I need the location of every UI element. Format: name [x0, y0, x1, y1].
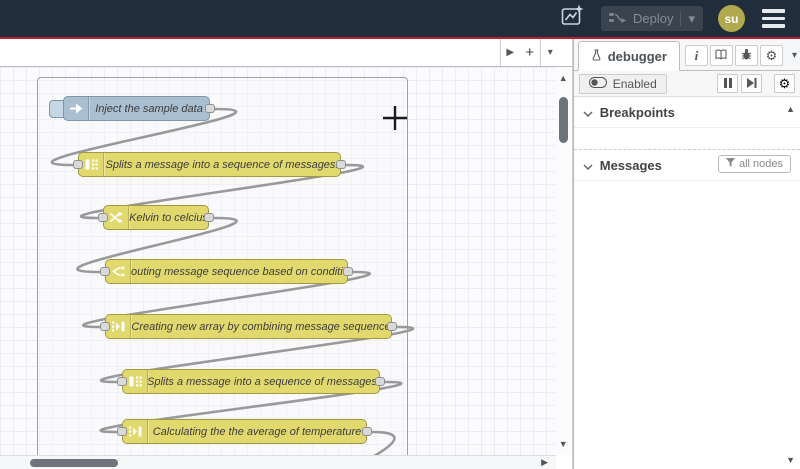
debugger-toolbar: Enabled ⚙ [573, 71, 800, 97]
tab-config-nodes[interactable]: ⚙ [759, 45, 783, 66]
message-filter-button[interactable]: all nodes [717, 155, 791, 173]
add-flow-button[interactable]: + [520, 39, 540, 66]
bug-icon [741, 48, 752, 63]
breakpoints-label: Breakpoints [599, 105, 675, 120]
flow-sparkle-icon [559, 3, 585, 34]
flask-icon [591, 48, 602, 64]
deploy-divider [680, 11, 682, 26]
debugger-enabled-toggle[interactable]: Enabled [578, 73, 667, 94]
deploy-options-chevron-icon[interactable]: ▾ [688, 11, 695, 27]
gear-icon: ⚙ [765, 48, 778, 63]
main-menu-button[interactable] [760, 6, 787, 31]
vertical-scroll-thumb[interactable] [558, 97, 568, 143]
cursor-layer [383, 106, 407, 130]
flow-tabstrip: ▶ + ▾ [0, 39, 572, 67]
crosshair-cursor [383, 106, 407, 130]
tab-debugger-label: debugger [607, 48, 667, 64]
tab-debugger[interactable]: debugger [577, 41, 680, 71]
sidebar-tabbar: debugger i ⚙ ▾ [573, 39, 800, 71]
messages-label: Messages [599, 158, 662, 173]
collapse-chevron-icon [583, 158, 593, 173]
canvas-horizontal-scrollbar[interactable]: ▶ [0, 455, 556, 469]
step-next-icon [746, 75, 757, 93]
sidebar: debugger i ⚙ ▾ Enabled ⚙ Breakpoints Mes… [572, 39, 800, 469]
tab-info[interactable]: i [684, 45, 708, 66]
book-icon [715, 49, 727, 63]
filter-label: all nodes [738, 158, 783, 170]
pause-icon [723, 75, 732, 93]
sidebar-minitabs: i ⚙ ▾ [684, 45, 800, 66]
horizontal-scroll-thumb[interactable] [30, 459, 118, 467]
tab-debug-messages[interactable] [734, 45, 758, 66]
deploy-button[interactable]: Deploy ▾ [601, 6, 703, 31]
flow-list-chevron-icon[interactable]: ▾ [539, 39, 560, 66]
section-breakpoints[interactable]: Breakpoints [573, 97, 800, 128]
scroll-tabs-right-icon[interactable]: ▶ [499, 39, 520, 66]
debugger-settings-button[interactable]: ⚙ [774, 74, 795, 93]
pause-button[interactable] [717, 74, 738, 93]
menu-bar-icon [762, 24, 785, 28]
sidebar-scroll-down-icon[interactable]: ▼ [786, 455, 795, 465]
menu-bar-icon [762, 9, 785, 13]
gear-icon: ⚙ [778, 76, 791, 91]
deploy-icon [609, 11, 626, 26]
toggle-on-icon [588, 76, 607, 91]
menu-bar-icon [762, 16, 785, 21]
breakpoints-list [574, 128, 800, 149]
info-icon: i [694, 47, 699, 63]
flow-export-button[interactable] [558, 3, 586, 34]
flow-canvas[interactable]: Inject the sample data Splits a message i… [0, 67, 556, 455]
sidebar-tabs-chevron-icon[interactable]: ▾ [789, 50, 800, 61]
canvas-vertical-scrollbar[interactable]: ▲ ▼ [554, 67, 572, 455]
sidebar-scroll-up-icon[interactable]: ▲ [786, 104, 795, 114]
enabled-label: Enabled [612, 76, 657, 91]
main-area: ▶ + ▾ Inject the sample data Splits a mes… [0, 39, 800, 469]
step-button[interactable] [741, 74, 762, 93]
section-messages[interactable]: Messages all nodes [573, 149, 800, 181]
debugger-panel: Breakpoints Messages all nodes ▲ ▼ [573, 97, 800, 469]
app-header: Deploy ▾ su [0, 0, 800, 37]
deploy-label: Deploy [633, 11, 674, 26]
scroll-up-icon[interactable]: ▲ [555, 73, 572, 83]
tab-help[interactable] [709, 45, 733, 66]
scroll-right-icon[interactable]: ▶ [541, 457, 548, 468]
collapse-chevron-icon [583, 105, 593, 120]
scroll-down-icon[interactable]: ▼ [555, 439, 572, 449]
funnel-icon [725, 158, 735, 170]
workspace-column: ▶ + ▾ Inject the sample data Splits a mes… [0, 39, 573, 469]
tabstrip-buttons: ▶ + ▾ [499, 39, 560, 66]
user-avatar[interactable]: su [718, 5, 745, 32]
